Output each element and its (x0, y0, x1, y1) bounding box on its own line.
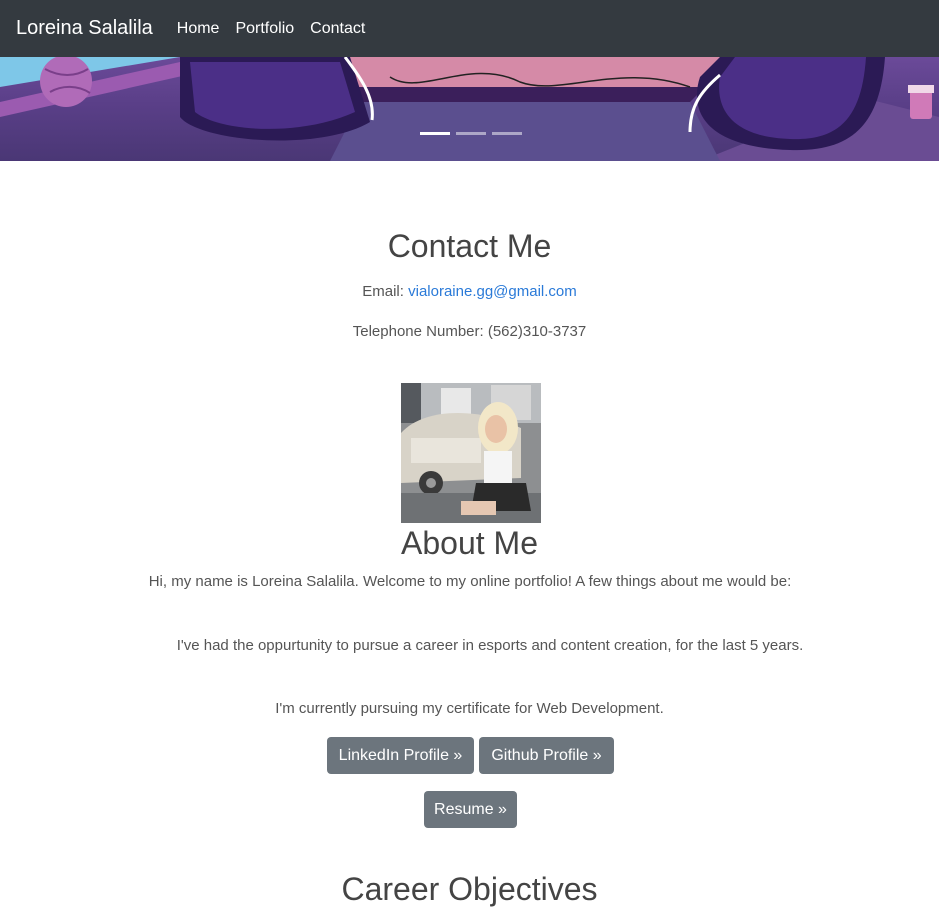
hero-illustration (0, 57, 939, 161)
about-paragraph-certificate: I'm currently pursuing my certificate fo… (275, 700, 664, 717)
email-link[interactable]: vialoraine.gg@gmail.com (408, 283, 577, 300)
carousel-indicators (420, 132, 522, 135)
nav-link-home[interactable]: Home (177, 20, 220, 38)
contact-title: Contact Me (387, 228, 552, 264)
profile-photo (401, 383, 541, 523)
nav-link-contact[interactable]: Contact (310, 20, 365, 38)
navbar: Loreina Salalila Home Portfolio Contact (0, 0, 939, 57)
hero-carousel[interactable] (0, 57, 939, 161)
email-label: Email: (362, 283, 404, 300)
phone-number: Telephone Number: (562)310-3737 (352, 323, 587, 340)
about-title: About Me (401, 525, 538, 561)
about-intro: Hi, my name is Loreina Salalila. Welcome… (148, 573, 792, 590)
resume-button[interactable]: Resume » (424, 791, 517, 828)
github-profile-button[interactable]: Github Profile » (479, 737, 614, 774)
nav-link-portfolio[interactable]: Portfolio (235, 20, 294, 38)
about-paragraph-esports: I've had the oppurtunity to pursue a car… (176, 637, 804, 654)
carousel-indicator-3[interactable] (492, 132, 522, 135)
email-line: Email: vialoraine.gg@gmail.com (0, 283, 939, 300)
carousel-indicator-2[interactable] (456, 132, 486, 135)
navbar-brand[interactable]: Loreina Salalila (16, 17, 153, 40)
career-objectives-title: Career Objectives (341, 871, 598, 907)
carousel-indicator-1[interactable] (420, 132, 450, 135)
linkedin-profile-button[interactable]: LinkedIn Profile » (327, 737, 474, 774)
